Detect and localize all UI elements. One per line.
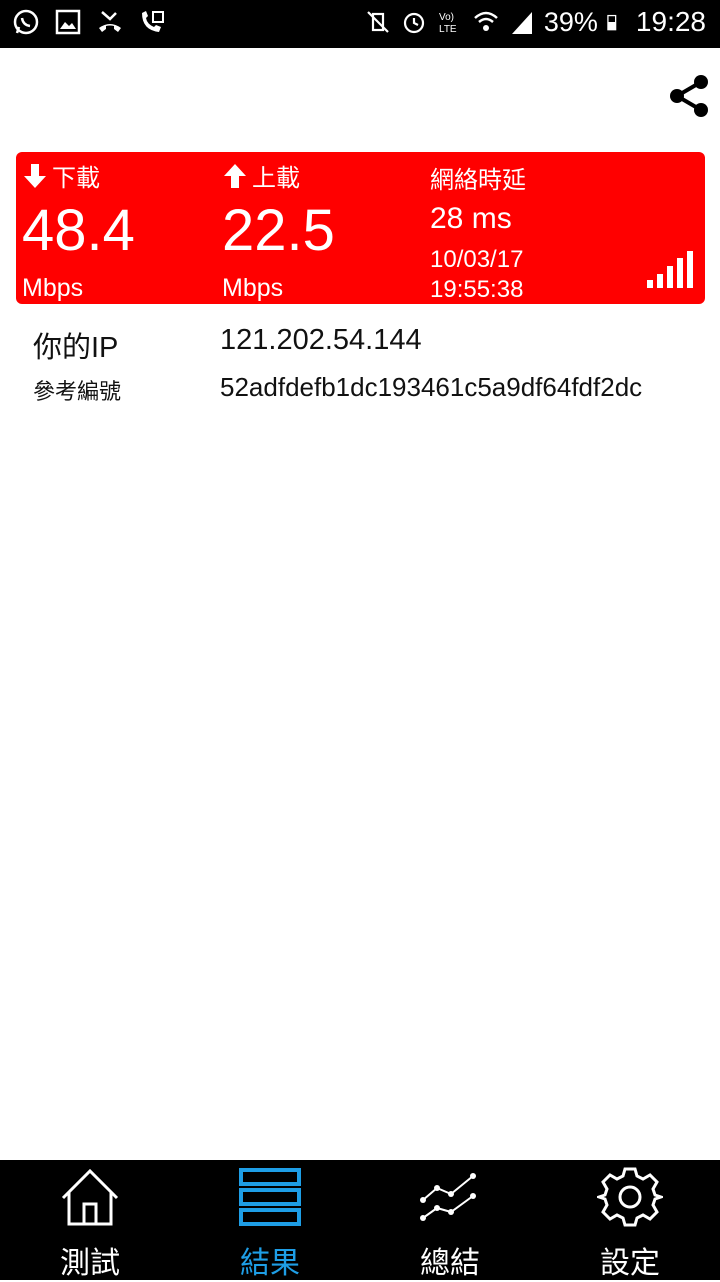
- test-date: 10/03/17: [430, 246, 524, 273]
- gear-icon: [597, 1167, 663, 1227]
- battery-percent: 39%: [543, 6, 598, 37]
- result-card[interactable]: 下載 48.4 Mbps 上載 22.5 Mbps 網絡時延 28 ms 10/…: [16, 152, 705, 304]
- chart-line-icon: [420, 1173, 476, 1221]
- test-time: 19:55:38: [430, 276, 524, 303]
- reference-value: 52adfdefb1dc193461c5a9df64fdf2dc: [220, 372, 643, 402]
- arrow-down-icon: [24, 163, 46, 188]
- volte-icon: Vo) LTE: [439, 12, 457, 35]
- nav-results-label: 結果: [240, 1247, 300, 1280]
- bottom-nav: 測試 結果 總結 設定: [0, 1160, 720, 1280]
- ip-value: 121.202.54.144: [220, 324, 422, 356]
- share-icon[interactable]: [668, 74, 710, 118]
- download-value: 48.4: [22, 198, 135, 263]
- svg-text:LTE: LTE: [439, 24, 457, 35]
- upload-unit: Mbps: [222, 274, 284, 302]
- arrow-up-icon: [224, 163, 246, 188]
- home-icon: [61, 1168, 119, 1226]
- cell-signal-icon: [511, 12, 532, 34]
- battery-charging-icon: [607, 14, 617, 31]
- alarm-icon: [403, 12, 424, 34]
- clock: 19:28: [635, 6, 706, 37]
- missed-call-icon: [99, 11, 121, 32]
- upload-value: 22.5: [222, 198, 335, 263]
- nav-test-label: 測試: [60, 1247, 120, 1280]
- gallery-icon: [55, 9, 81, 35]
- svg-text:Vo): Vo): [439, 12, 454, 23]
- nav-results[interactable]: 結果: [180, 1160, 360, 1280]
- nav-summary[interactable]: 總結: [360, 1160, 540, 1280]
- nav-summary-label: 總結: [420, 1247, 480, 1280]
- nav-test[interactable]: 測試: [0, 1160, 180, 1280]
- reference-label: 參考編號: [33, 379, 122, 404]
- mute-icon: [367, 11, 389, 33]
- download-label: 下載: [52, 165, 100, 192]
- ip-label: 你的IP: [33, 332, 119, 364]
- upload-label: 上載: [252, 165, 300, 192]
- reference-row: 參考編號 52adfdefb1dc193461c5a9df64fdf2dc: [0, 372, 720, 408]
- status-bar: Vo) LTE 39% 19:28: [0, 0, 720, 48]
- latency-label: 網絡時延: [430, 167, 526, 194]
- wifi-icon: [474, 11, 498, 31]
- download-unit: Mbps: [22, 274, 84, 302]
- call-forward-icon: [142, 11, 164, 32]
- nav-settings-label: 設定: [600, 1247, 660, 1280]
- ip-row: 你的IP 121.202.54.144: [0, 324, 720, 364]
- signal-bars-icon: [647, 251, 693, 288]
- nav-settings[interactable]: 設定: [540, 1160, 720, 1280]
- latency-value: 28 ms: [430, 202, 512, 235]
- list-icon: [239, 1168, 301, 1226]
- whatsapp-icon: [13, 9, 39, 35]
